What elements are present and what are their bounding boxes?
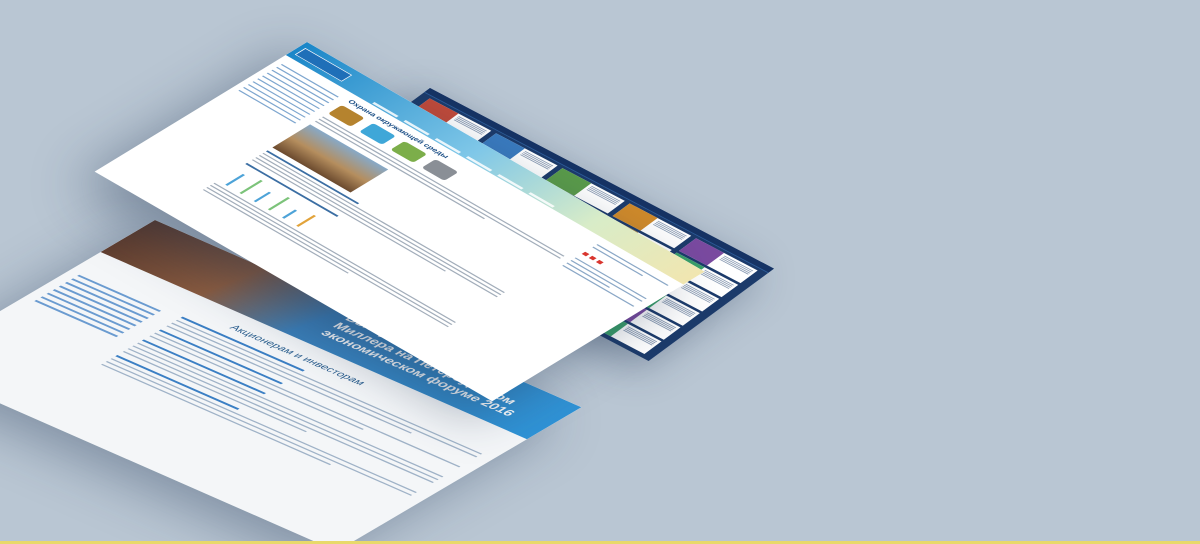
mockup-stage: Выступление Алексея Миллера на Петербург…: [0, 0, 1200, 544]
